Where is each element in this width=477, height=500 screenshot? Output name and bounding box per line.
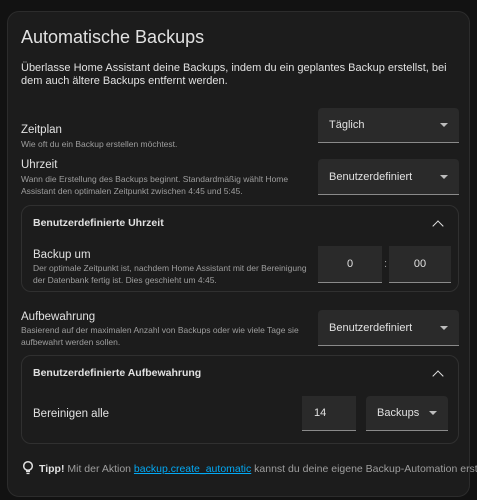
lightbulb-icon — [21, 460, 35, 478]
time-separator: : — [384, 258, 388, 270]
retention-count-input[interactable]: 14 — [302, 396, 356, 431]
schedule-select[interactable]: Täglich — [318, 108, 459, 143]
retention-unit-select[interactable]: Backups — [366, 396, 448, 431]
automatic-backups-card: Automatische Backups Überlasse Home Assi… — [7, 11, 477, 497]
chevron-down-icon — [440, 174, 448, 179]
backup-at-desc: Der optimale Zeitpunkt ist, nachdem Home… — [33, 263, 307, 285]
schedule-value: Täglich — [329, 119, 365, 131]
time-title: Uhrzeit — [21, 159, 58, 171]
hours-input[interactable]: 0 — [318, 246, 382, 283]
chevron-up-icon[interactable] — [432, 370, 444, 382]
tip-action-link[interactable]: backup.create_automatic — [134, 463, 251, 475]
schedule-title: Zeitplan — [21, 124, 62, 136]
card-title: Automatische Backups — [21, 27, 205, 47]
tip-text-before: Mit der Aktion — [64, 463, 134, 475]
chevron-down-icon — [429, 411, 437, 415]
chevron-down-icon — [440, 325, 448, 330]
backup-at-label: Backup um — [33, 249, 91, 261]
retention-desc: Basierend auf der maximalen Anzahl von B… — [21, 325, 299, 347]
tip-label: Tipp! — [39, 463, 65, 475]
retention-title: Aufbewahrung — [21, 311, 96, 323]
custom-time-header: Benutzerdefinierte Uhrzeit — [33, 217, 164, 229]
retention-unit-value: Backups — [377, 407, 420, 419]
tip-text-after: kannst du deine eigene Backup-Automation… — [251, 463, 477, 475]
custom-time-panel: Benutzerdefinierte Uhrzeit Backup um Der… — [21, 205, 459, 292]
retention-value: Benutzerdefiniert — [329, 321, 413, 334]
cleanup-label: Bereinigen alle — [33, 408, 110, 420]
custom-retention-header: Benutzerdefinierte Aufbewahrung — [33, 367, 202, 379]
time-select[interactable]: Benutzerdefiniert — [318, 159, 459, 195]
time-value: Benutzerdefiniert — [329, 170, 413, 183]
chevron-up-icon[interactable] — [432, 220, 444, 232]
time-desc: Wann die Erstellung des Backups beginnt.… — [21, 174, 289, 196]
retention-select[interactable]: Benutzerdefiniert — [318, 310, 459, 346]
minutes-input[interactable]: 00 — [389, 246, 451, 283]
chevron-down-icon — [440, 123, 448, 127]
card-intro: Überlasse Home Assistant deine Backups, … — [21, 62, 447, 87]
custom-retention-panel: Benutzerdefinierte Aufbewahrung Bereinig… — [21, 355, 459, 444]
schedule-desc: Wie oft du ein Backup erstellen möchtest… — [21, 139, 178, 149]
tip-line: Tipp! Mit der Aktion backup.create_autom… — [21, 460, 477, 478]
